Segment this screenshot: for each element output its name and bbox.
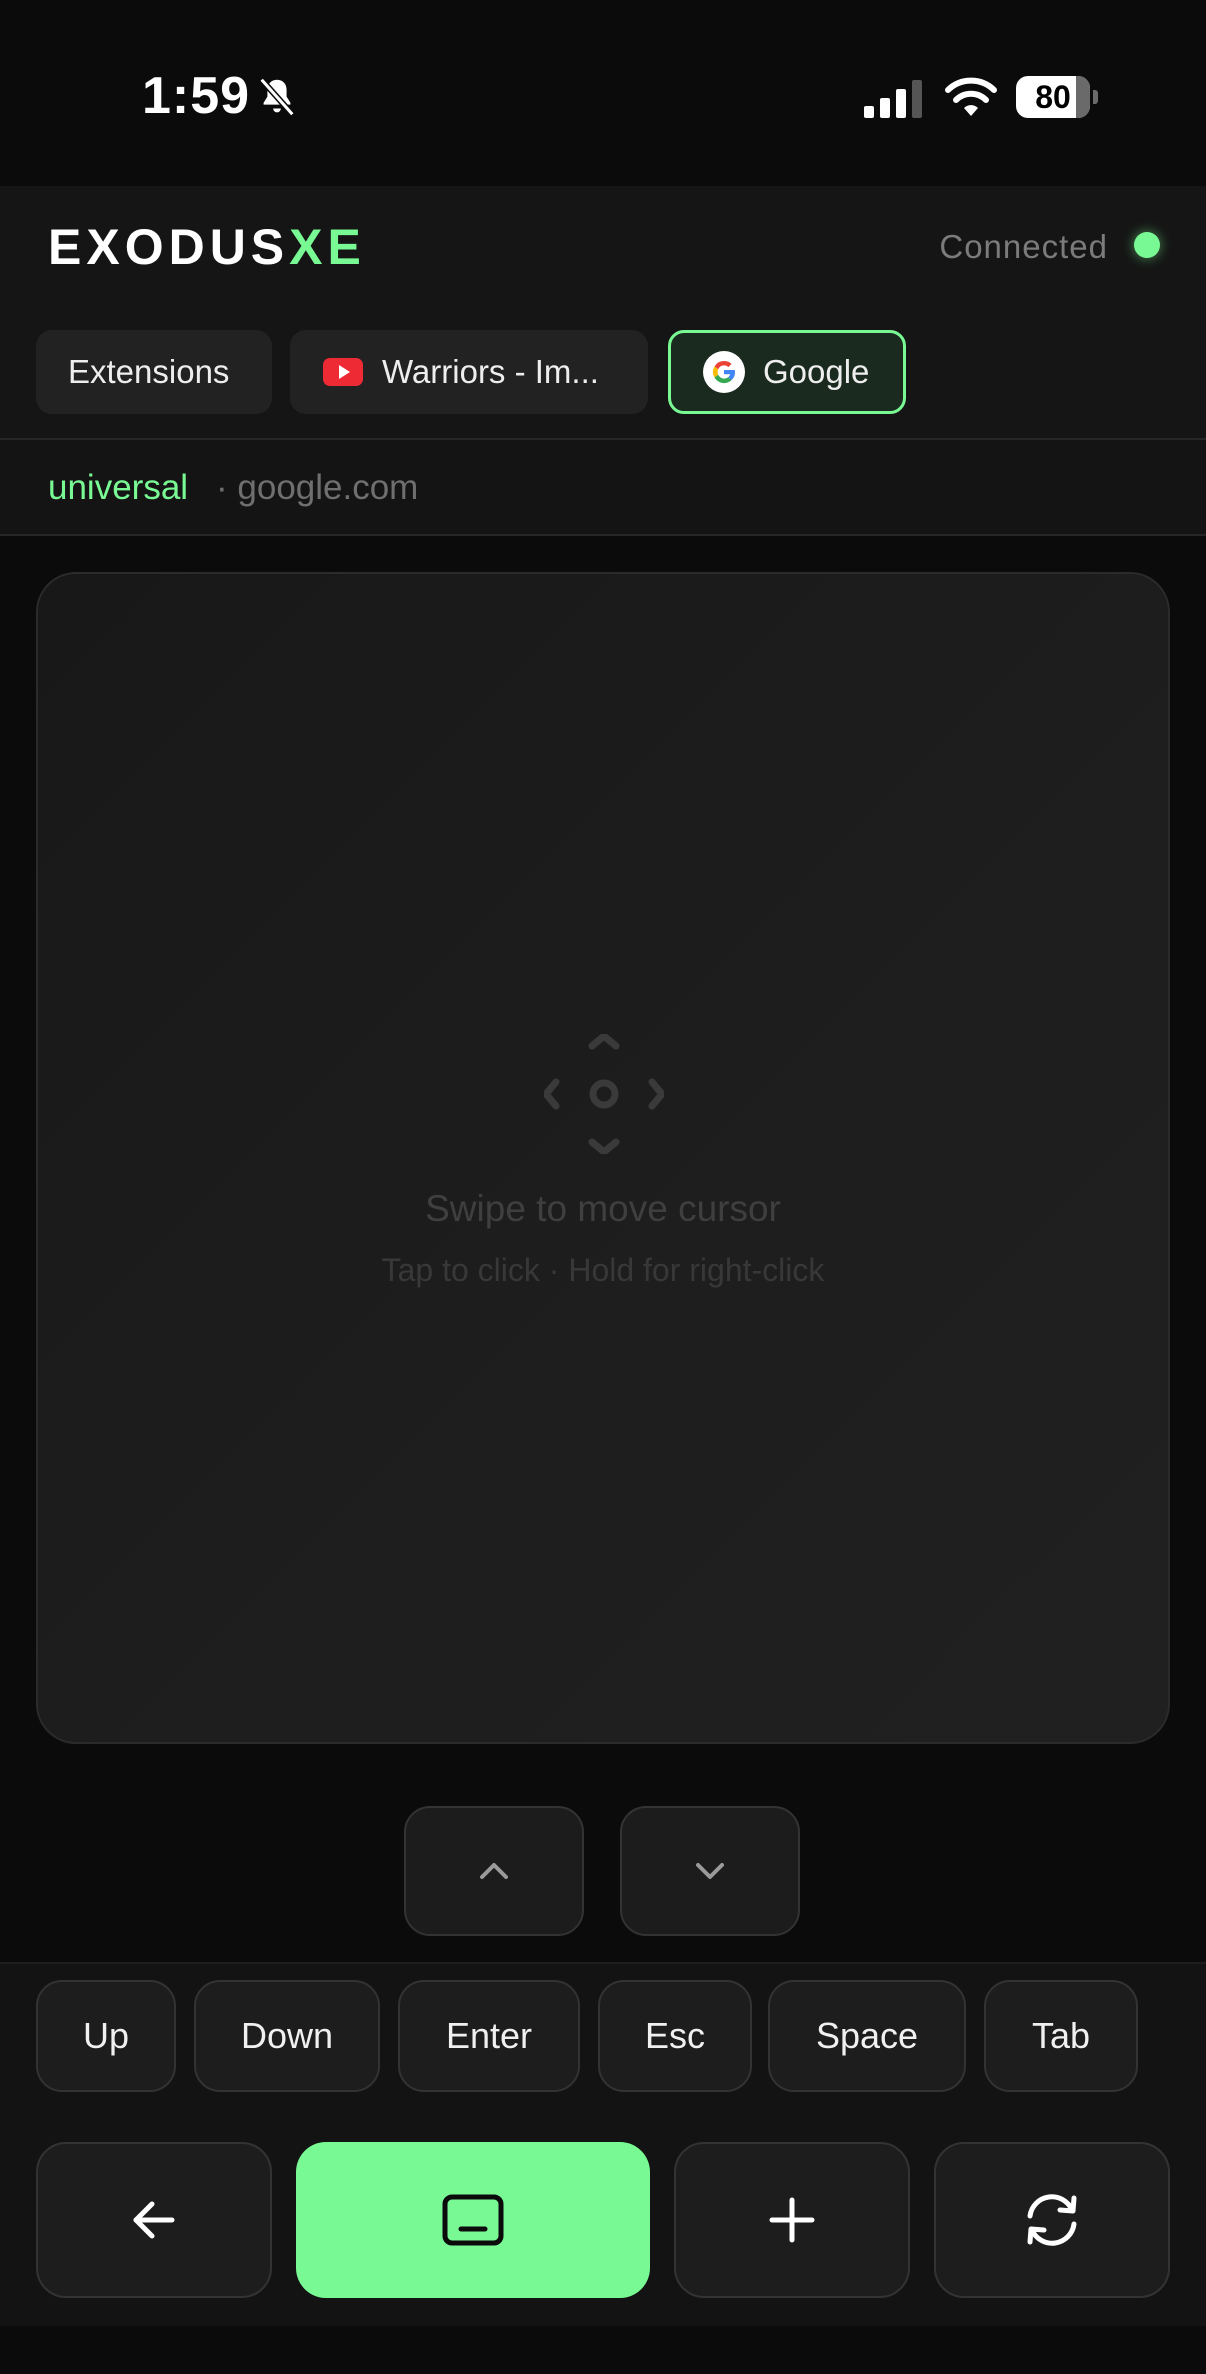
google-icon — [703, 351, 745, 393]
status-bar: 1:59 80 — [0, 0, 1206, 186]
app-header: EXODUSXE Connected Extensions Warriors -… — [0, 186, 1206, 440]
wifi-icon — [945, 77, 997, 116]
tab-label: Extensions — [68, 353, 230, 390]
signal-icon — [864, 80, 922, 118]
tab-youtube[interactable]: Warriors - Im... — [290, 330, 648, 414]
arrow-left-icon — [133, 2201, 175, 2239]
key-tab-button[interactable]: Tab — [984, 1980, 1138, 2092]
key-enter-button[interactable]: Enter — [398, 1980, 580, 2092]
connection-status-dot — [1134, 232, 1160, 258]
move-cursor-icon — [544, 1034, 664, 1154]
chevron-up-icon — [480, 1863, 508, 1879]
battery-icon: 80 — [1016, 76, 1098, 118]
refresh-icon — [1027, 2194, 1077, 2246]
quick-keys-row: Up Down Enter Esc Space Tab — [0, 1962, 1206, 2112]
domain-label: · google.com — [216, 468, 418, 508]
key-up-button[interactable]: Up — [36, 1980, 176, 2092]
back-button[interactable] — [36, 2142, 272, 2298]
bell-slash-icon — [259, 77, 295, 117]
bottom-toolbar — [0, 2110, 1206, 2326]
logo-accent: XE — [289, 219, 366, 275]
connection-status-label: Connected — [939, 228, 1108, 265]
tab-label: Warriors - Im... — [382, 353, 599, 390]
key-esc-button[interactable]: Esc — [598, 1980, 752, 2092]
control-mode-label: universal — [48, 468, 189, 507]
tab-google[interactable]: Google — [668, 330, 906, 414]
chevron-down-icon — [696, 1863, 724, 1879]
scroll-down-button[interactable] — [620, 1806, 800, 1936]
plus-icon — [769, 2197, 815, 2243]
domain-separator: · — [216, 468, 228, 507]
domain-bar: universal · google.com — [0, 440, 1206, 536]
key-space-button[interactable]: Space — [768, 1980, 966, 2092]
youtube-icon — [323, 358, 363, 386]
add-button[interactable] — [674, 2142, 910, 2298]
scroll-up-button[interactable] — [404, 1806, 584, 1936]
domain-name: google.com — [237, 468, 419, 507]
app-logo: EXODUSXE — [48, 218, 366, 276]
keyboard-toggle-icon — [442, 2194, 504, 2246]
keyboard-toggle-button[interactable] — [296, 2142, 650, 2298]
tab-extensions[interactable]: Extensions — [36, 330, 272, 414]
status-time: 1:59 — [142, 67, 251, 125]
refresh-button[interactable] — [934, 2142, 1170, 2298]
battery-level: 80 — [1035, 79, 1071, 115]
tab-label: Google — [763, 353, 870, 390]
key-down-button[interactable]: Down — [194, 1980, 380, 2092]
trackpad-title: Swipe to move cursor — [425, 1188, 781, 1229]
trackpad-area[interactable]: Swipe to move cursor Tap to click · Hold… — [36, 572, 1170, 1744]
trackpad-subtitle: Tap to click · Hold for right-click — [381, 1252, 825, 1288]
logo-main: EXODUS — [48, 219, 290, 275]
